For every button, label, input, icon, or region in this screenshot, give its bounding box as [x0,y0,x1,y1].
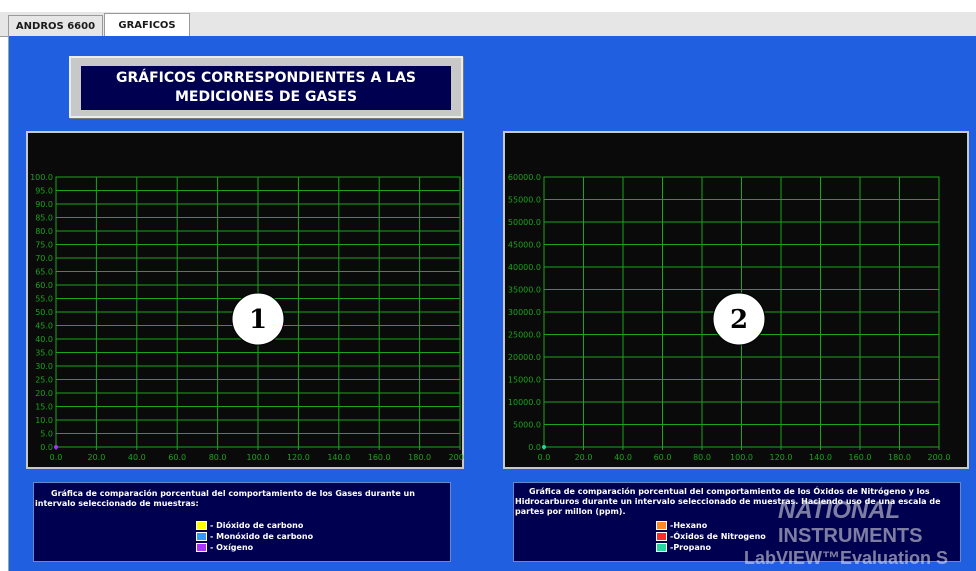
x-tick-label: 0.0 [538,453,551,462]
x-tick-label: 100.0 [730,453,753,462]
x-tick-label: 120.0 [770,453,793,462]
propano-swatch [656,543,667,552]
y-tick-label: 100.0 [30,173,53,182]
origin-point [542,445,546,449]
legend-item-oxigeno: - Oxígeno [196,543,253,552]
x-tick-label: 40.0 [614,453,632,462]
y-tick-label: 45000.0 [508,241,541,250]
y-tick-label: 35000.0 [508,286,541,295]
tab-graficos[interactable]: GRAFICOS [104,13,190,37]
x-tick-label: 160.0 [849,453,872,462]
chart-number-label: 1 [249,305,267,335]
ppm-chart[interactable]: 0.0 20.0 40.0 60.0 80.0 100.0 120.0 140.0 160.0 1… [503,131,969,469]
y-tick-label: 65.0 [35,268,53,277]
x-tick-label: 180.0 [888,453,911,462]
y-tick-label: 15000.0 [508,376,541,385]
legend-item-label: -Óxidos de Nitrogeno [670,532,766,541]
y-tick-label: 50000.0 [508,218,541,227]
x-tick-label: 0.0 [50,453,63,462]
x-tick-label: 20.0 [575,453,593,462]
y-tick-label: 55000.0 [508,196,541,205]
y-tick-label: 55.0 [35,295,53,304]
gases-legend-description: Gráfica de comparación porcentual del co… [35,489,415,508]
y-tick-label: 85.0 [35,214,53,223]
y-tick-label: 5000.0 [513,421,541,430]
y-tick-label: 40000.0 [508,263,541,272]
y-tick-label: 15.0 [35,403,53,412]
legend-item-label: - Dióxido de carbono [210,521,304,530]
legend-item-label: - Monóxido de carbono [210,532,314,541]
page-title: GRÁFICOS CORRESPONDIENTES A LAS MEDICION… [81,66,451,110]
legend-item-dioxido: - Dióxido de carbono [196,521,303,530]
oxigeno-swatch [196,543,207,552]
y-tick-label: 75.0 [35,241,53,250]
y-tick-label: 50.0 [35,308,53,317]
x-tick-label: 100.0 [247,453,270,462]
y-tick-label: 60.0 [35,281,53,290]
x-tick-label: 40.0 [128,453,146,462]
x-tick-label: 140.0 [327,453,350,462]
y-tick-label: 90.0 [35,200,53,209]
x-tick-label: 60.0 [168,453,186,462]
x-tick-label: 60.0 [654,453,672,462]
ppm-chart-svg: 0.0 20.0 40.0 60.0 80.0 100.0 120.0 140.0 160.0 1… [508,173,951,462]
x-tick-label: 160.0 [368,453,391,462]
y-tick-label: 40.0 [35,335,53,344]
y-tick-label: 30000.0 [508,308,541,317]
y-tick-label: 0.0 [40,443,53,452]
gases-percent-chart[interactable]: 0.0 20.0 40.0 60.0 80.0 100.0 120.0 140.0 160.0 1… [26,131,466,469]
oxidos-swatch [656,532,667,541]
x-tick-label: 200.0 [928,453,951,462]
title-frame: GRÁFICOS CORRESPONDIENTES A LAS MEDICION… [69,56,463,118]
gases-percent-chart-svg: 0.0 20.0 40.0 60.0 80.0 100.0 120.0 140.0 160.0 1… [30,173,466,462]
y-tick-label: 25000.0 [508,331,541,340]
legend-item-propano: -Propano [656,543,711,552]
x-tick-label: 120.0 [287,453,310,462]
y-tick-label: 35.0 [35,349,53,358]
x-tick-label: 140.0 [809,453,832,462]
x-tick-label: 80.0 [693,453,711,462]
y-tick-label: 20000.0 [508,353,541,362]
tab-andros-6600[interactable]: ANDROS 6600 [8,15,103,37]
legend-item-hexano: -Hexano [656,521,707,530]
legend-item-label: -Hexano [670,521,708,530]
legend-item-monoxido: - Monóxido de carbono [196,532,313,541]
y-tick-label: 10.0 [35,416,53,425]
y-tick-label: 10000.0 [508,398,541,407]
y-tick-label: 95.0 [35,187,53,196]
monoxido-swatch [196,532,207,541]
y-tick-label: 20.0 [35,389,53,398]
y-tick-label: 30.0 [35,362,53,371]
y-tick-label: 25.0 [35,376,53,385]
x-tick-label: 200.0 [449,453,466,462]
ppm-legend: Gráfica de comparación porcentual del co… [513,482,961,562]
hexano-swatch [656,521,667,530]
y-tick-label: 60000.0 [508,173,541,182]
y-tick-label: 5.0 [40,430,53,439]
x-tick-label: 20.0 [87,453,105,462]
y-tick-label: 70.0 [35,254,53,263]
y-tick-label: 45.0 [35,322,53,331]
graficos-panel: GRÁFICOS CORRESPONDIENTES A LAS MEDICION… [8,36,976,571]
ppm-legend-description: Gráfica de comparación porcentual del co… [515,487,941,516]
legend-item-label: -Propano [670,543,711,552]
y-tick-label: 80.0 [35,227,53,236]
chart-number-label: 2 [730,305,748,335]
x-tick-label: 180.0 [408,453,431,462]
origin-point [54,445,58,449]
gases-legend: Gráfica de comparación porcentual del co… [33,482,451,562]
legend-item-oxidos: -Óxidos de Nitrogeno [656,532,766,541]
x-tick-label: 80.0 [209,453,227,462]
dioxido-swatch [196,521,207,530]
y-tick-label: 0.0 [528,443,541,452]
legend-item-label: - Oxígeno [210,543,254,552]
